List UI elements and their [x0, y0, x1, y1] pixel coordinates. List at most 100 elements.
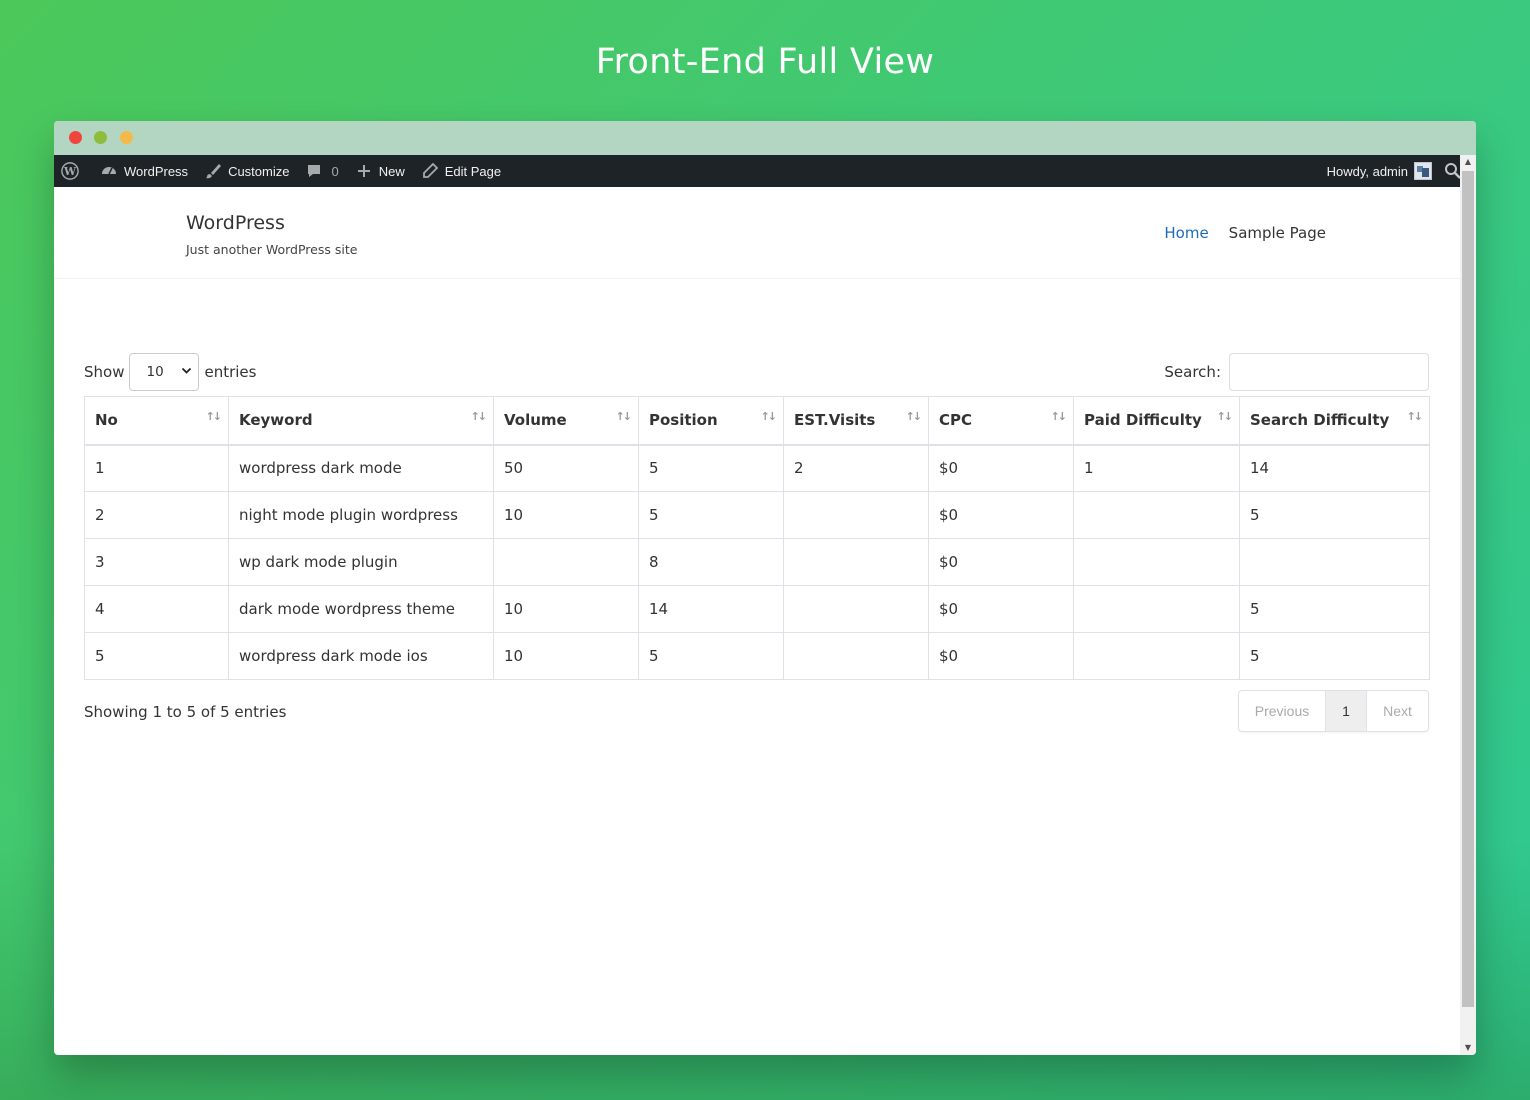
- table-header-row: No ↑↓ Keyword ↑↓ Volume ↑↓ Position ↑↓ EST.V…: [84, 396, 1430, 446]
- table-cell: 5: [84, 632, 229, 680]
- table-cell: 10: [493, 632, 639, 680]
- table-row: 2 night mode plugin wordpress 10 5 $0 5: [84, 491, 1430, 539]
- column-header[interactable]: Volume ↑↓: [493, 396, 639, 446]
- site-name-menu[interactable]: WordPress: [92, 155, 196, 187]
- nav-home[interactable]: Home: [1164, 224, 1208, 242]
- column-header[interactable]: Search Difficulty ↑↓: [1239, 396, 1430, 446]
- page-length-control: Show 10 entries: [84, 353, 256, 391]
- column-header-label: CPC: [939, 411, 973, 430]
- page-scrollbar[interactable]: ▲ ▼: [1460, 155, 1476, 1055]
- comment-bubble-icon: [305, 162, 323, 180]
- table-cell: dark mode wordpress theme: [228, 585, 494, 633]
- wp-logo-menu[interactable]: W: [54, 155, 92, 187]
- table-cell: 1: [84, 444, 229, 492]
- pencil-icon: [421, 162, 439, 180]
- table-cell: 5: [1239, 585, 1430, 633]
- page-length-select[interactable]: 10: [129, 353, 200, 391]
- column-header-label: EST.Visits: [794, 411, 876, 430]
- table-cell: [783, 538, 929, 586]
- table-cell: 2: [84, 491, 229, 539]
- table-row: 3 wp dark mode plugin 8 $0: [84, 538, 1430, 586]
- site-title[interactable]: WordPress: [186, 212, 285, 234]
- next-page-button[interactable]: Next: [1367, 691, 1428, 731]
- scroll-down-arrow-icon[interactable]: ▼: [1460, 1041, 1476, 1055]
- column-header[interactable]: Paid Difficulty ↑↓: [1073, 396, 1240, 446]
- browser-window: W WordPress Customize 0 New Edit Page Ho…: [54, 121, 1476, 1055]
- new-content-menu[interactable]: New: [347, 155, 413, 187]
- column-header[interactable]: CPC ↑↓: [928, 396, 1074, 446]
- previous-page-button[interactable]: Previous: [1239, 691, 1326, 731]
- close-window-button[interactable]: [69, 131, 82, 144]
- table-cell: $0: [928, 585, 1074, 633]
- column-header[interactable]: Position ↑↓: [638, 396, 784, 446]
- plus-icon: [355, 162, 373, 180]
- table-cell: 5: [638, 632, 784, 680]
- site-name-label: WordPress: [124, 163, 189, 179]
- table-cell: 14: [638, 585, 784, 633]
- table-cell: wp dark mode plugin: [228, 538, 494, 586]
- minimize-window-button[interactable]: [94, 131, 107, 144]
- howdy-label: Howdy, admin: [1326, 163, 1408, 179]
- edit-page-label: Edit Page: [444, 163, 502, 179]
- nav-sample-page[interactable]: Sample Page: [1229, 224, 1326, 242]
- customize-label: Customize: [228, 163, 290, 179]
- table-cell: $0: [928, 444, 1074, 492]
- pagination: Previous 1 Next: [1238, 690, 1429, 732]
- show-label: Show: [84, 363, 125, 381]
- table-cell: [1073, 632, 1240, 680]
- comments-count: 0: [331, 163, 339, 179]
- table-cell: 5: [638, 444, 784, 492]
- page-length-value: 10: [146, 364, 164, 380]
- table-cell: 10: [493, 585, 639, 633]
- window-titlebar: [54, 121, 1476, 155]
- table-row: 4 dark mode wordpress theme 10 14 $0 5: [84, 585, 1430, 633]
- table-cell: $0: [928, 491, 1074, 539]
- column-header-label: Keyword: [239, 411, 313, 430]
- sort-icon: ↑↓: [615, 410, 633, 423]
- keyword-table: No ↑↓ Keyword ↑↓ Volume ↑↓ Position ↑↓ EST.V…: [84, 396, 1430, 680]
- my-account-menu[interactable]: Howdy, admin: [1319, 155, 1438, 187]
- table-cell: $0: [928, 538, 1074, 586]
- table-cell: [1239, 538, 1430, 586]
- table-controls: Show 10 entries Search:: [84, 353, 1429, 396]
- table-cell: 5: [638, 491, 784, 539]
- scroll-thumb[interactable]: [1462, 171, 1474, 1007]
- table-row: 1 wordpress dark mode 50 5 2 $0 1 14: [84, 444, 1430, 492]
- table-cell: night mode plugin wordpress: [228, 491, 494, 539]
- table-cell: 50: [493, 444, 639, 492]
- comments-link[interactable]: 0: [297, 155, 346, 187]
- column-header[interactable]: EST.Visits ↑↓: [783, 396, 929, 446]
- table-cell: [783, 585, 929, 633]
- table-cell: 2: [783, 444, 929, 492]
- sort-icon: ↑↓: [470, 410, 488, 423]
- table-cell: 10: [493, 491, 639, 539]
- page-1-button[interactable]: 1: [1326, 691, 1367, 731]
- maximize-window-button[interactable]: [120, 131, 133, 144]
- primary-nav: Home Sample Page: [1164, 224, 1326, 242]
- sort-icon: ↑↓: [1216, 410, 1234, 423]
- table-cell: wordpress dark mode ios: [228, 632, 494, 680]
- site-tagline: Just another WordPress site: [186, 242, 358, 257]
- svg-text:W: W: [63, 165, 77, 178]
- table-cell: 5: [1239, 632, 1430, 680]
- sort-icon: ↑↓: [905, 410, 923, 423]
- table-cell: [1073, 585, 1240, 633]
- table-search: Search:: [1164, 353, 1429, 391]
- column-header[interactable]: Keyword ↑↓: [228, 396, 494, 446]
- column-header[interactable]: No ↑↓: [84, 396, 229, 446]
- keyword-table-section: Show 10 entries Search: No ↑↓ Keyword ↑↓…: [84, 353, 1430, 750]
- column-header-label: Search Difficulty: [1250, 411, 1390, 430]
- edit-page-link[interactable]: Edit Page: [413, 155, 509, 187]
- table-cell: [783, 491, 929, 539]
- table-cell: $0: [928, 632, 1074, 680]
- wordpress-logo-icon: W: [61, 162, 79, 180]
- search-label: Search:: [1164, 363, 1221, 381]
- paintbrush-icon: [204, 162, 222, 180]
- sort-icon: ↑↓: [760, 410, 778, 423]
- table-cell: 3: [84, 538, 229, 586]
- search-input[interactable]: [1229, 353, 1429, 391]
- site-header: WordPress Just another WordPress site Ho…: [54, 187, 1460, 279]
- customize-link[interactable]: Customize: [196, 155, 297, 187]
- scroll-up-arrow-icon[interactable]: ▲: [1460, 155, 1476, 169]
- table-cell: 5: [1239, 491, 1430, 539]
